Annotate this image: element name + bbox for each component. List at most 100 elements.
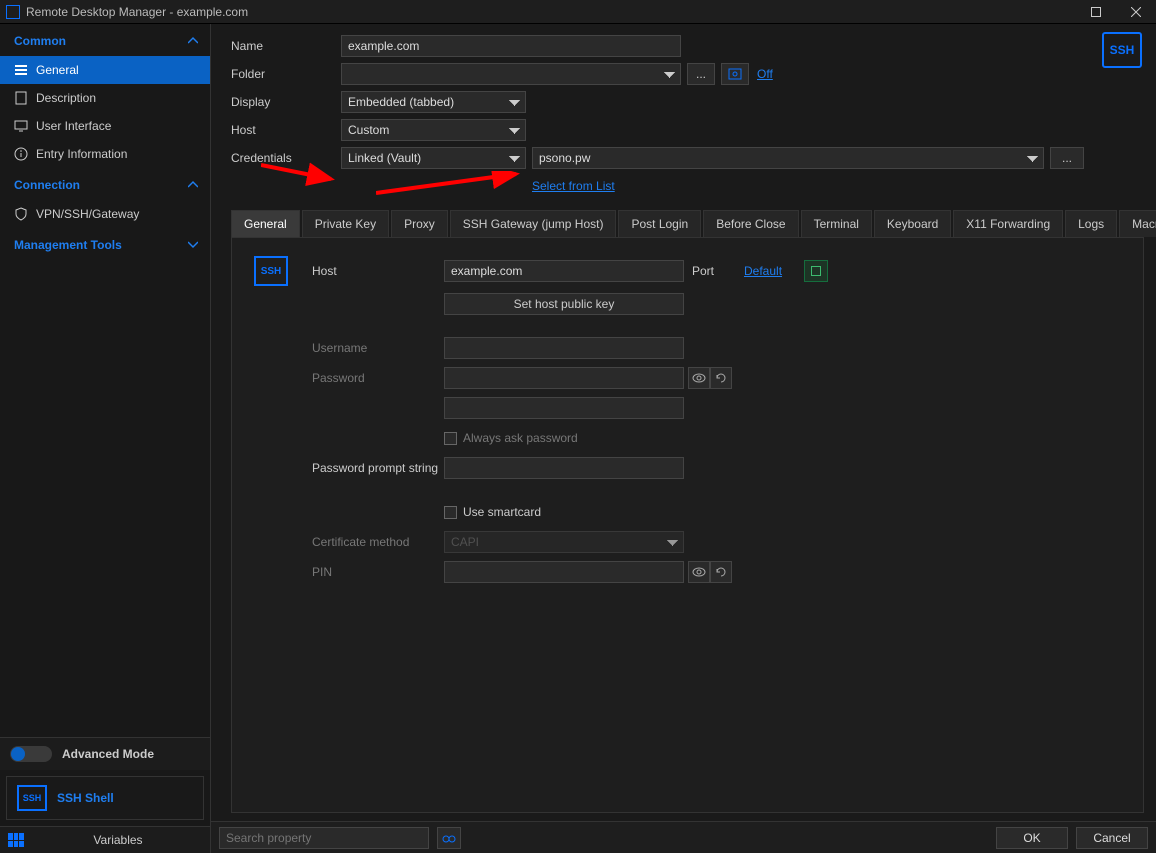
grid-icon bbox=[8, 833, 24, 847]
group-management[interactable]: Management Tools bbox=[0, 228, 210, 260]
username-input[interactable] bbox=[444, 337, 684, 359]
username-label: Username bbox=[312, 341, 444, 355]
tab-private-key[interactable]: Private Key bbox=[302, 210, 389, 237]
tab-ssh-gateway[interactable]: SSH Gateway (jump Host) bbox=[450, 210, 617, 237]
reveal-pin-button[interactable] bbox=[688, 561, 710, 583]
ok-button[interactable]: OK bbox=[996, 827, 1068, 849]
prompt-label: Password prompt string bbox=[312, 461, 444, 475]
shield-icon bbox=[14, 207, 28, 221]
host-label: Host bbox=[231, 123, 341, 137]
nav-label: Description bbox=[36, 91, 96, 105]
search-property-input[interactable] bbox=[219, 827, 429, 849]
cert-method-select: CAPI bbox=[444, 531, 684, 553]
tab-post-login[interactable]: Post Login bbox=[618, 210, 701, 237]
restore-window-button[interactable] bbox=[1076, 0, 1116, 24]
generate-pin-button[interactable] bbox=[710, 561, 732, 583]
nav-label: User Interface bbox=[36, 119, 111, 133]
folder-label: Folder bbox=[231, 67, 341, 81]
close-window-button[interactable] bbox=[1116, 0, 1156, 24]
group-label: Common bbox=[14, 34, 66, 48]
chevron-up-icon bbox=[188, 36, 198, 46]
chevron-down-icon bbox=[188, 240, 198, 250]
restore-icon bbox=[1091, 7, 1101, 17]
group-connection[interactable]: Connection bbox=[0, 168, 210, 200]
tab-before-close[interactable]: Before Close bbox=[703, 210, 798, 237]
sidebar-item-vpn[interactable]: VPN/SSH/Gateway bbox=[0, 200, 210, 228]
credentials-link-select[interactable]: psono.pw bbox=[532, 147, 1044, 169]
host-select[interactable]: Custom bbox=[341, 119, 526, 141]
folder-browse-button[interactable]: ... bbox=[687, 63, 715, 85]
select-from-list-link[interactable]: Select from List bbox=[532, 179, 615, 193]
window-title: Remote Desktop Manager - example.com bbox=[26, 5, 1076, 19]
nav-label: Entry Information bbox=[36, 147, 127, 161]
panel-host-label: Host bbox=[312, 264, 444, 278]
smartcard-label: Use smartcard bbox=[463, 505, 541, 519]
close-icon bbox=[1131, 7, 1141, 17]
titlebar: Remote Desktop Manager - example.com bbox=[0, 0, 1156, 24]
group-common[interactable]: Common bbox=[0, 24, 210, 56]
reveal-password-button[interactable] bbox=[688, 367, 710, 389]
credentials-browse-button[interactable]: ... bbox=[1050, 147, 1084, 169]
credentials-select[interactable]: Linked (Vault) bbox=[341, 147, 526, 169]
general-panel: SSH Host Port Default Set host public ke… bbox=[231, 238, 1144, 813]
port-default-link[interactable]: Default bbox=[744, 264, 782, 278]
always-ask-label: Always ask password bbox=[463, 431, 578, 445]
ssh-shell-icon: SSH bbox=[17, 785, 47, 811]
cert-method-label: Certificate method bbox=[312, 535, 444, 549]
name-input[interactable] bbox=[341, 35, 681, 57]
variables-bar[interactable]: Variables bbox=[0, 826, 210, 853]
display-label: Display bbox=[231, 95, 341, 109]
sidebar-item-description[interactable]: Description bbox=[0, 84, 210, 112]
folder-off-link[interactable]: Off bbox=[757, 67, 773, 81]
always-ask-checkbox[interactable] bbox=[444, 432, 457, 445]
sidebar-item-entry-info[interactable]: Entry Information bbox=[0, 140, 210, 168]
tab-x11[interactable]: X11 Forwarding bbox=[953, 210, 1063, 237]
search-button[interactable] bbox=[437, 827, 461, 849]
password-label: Password bbox=[312, 371, 444, 385]
panel-host-input[interactable] bbox=[444, 260, 684, 282]
set-host-key-button[interactable]: Set host public key bbox=[444, 293, 684, 315]
tab-logs[interactable]: Logs bbox=[1065, 210, 1117, 237]
tab-terminal[interactable]: Terminal bbox=[801, 210, 872, 237]
list-icon bbox=[14, 63, 28, 77]
advanced-mode-row: Advanced Mode bbox=[0, 737, 210, 770]
password-confirm-input[interactable] bbox=[444, 397, 684, 419]
eye-icon bbox=[692, 373, 706, 383]
eye-icon bbox=[692, 567, 706, 577]
content: SSH Name Folder ... bbox=[211, 24, 1156, 853]
cancel-button[interactable]: Cancel bbox=[1076, 827, 1148, 849]
app-icon bbox=[6, 5, 20, 19]
chevron-up-icon bbox=[188, 180, 198, 190]
doc-icon bbox=[14, 91, 28, 105]
variables-label: Variables bbox=[34, 833, 202, 847]
tab-macro[interactable]: Macro bbox=[1119, 210, 1156, 237]
monitor-icon bbox=[14, 119, 28, 133]
prompt-input[interactable] bbox=[444, 457, 684, 479]
pin-input[interactable] bbox=[444, 561, 684, 583]
folder-select[interactable] bbox=[341, 63, 681, 85]
display-select[interactable]: Embedded (tabbed) bbox=[341, 91, 526, 113]
advanced-mode-toggle[interactable] bbox=[10, 746, 52, 762]
generate-password-button[interactable] bbox=[710, 367, 732, 389]
sidebar-item-ui[interactable]: User Interface bbox=[0, 112, 210, 140]
sidebar-item-general[interactable]: General bbox=[0, 56, 210, 84]
tabs: General Private Key Proxy SSH Gateway (j… bbox=[231, 210, 1144, 238]
tab-general[interactable]: General bbox=[231, 210, 300, 237]
tab-keyboard[interactable]: Keyboard bbox=[874, 210, 951, 237]
folder-picker-button[interactable] bbox=[721, 63, 749, 85]
target-icon bbox=[728, 68, 742, 80]
nav-label: General bbox=[36, 63, 79, 77]
binoculars-icon bbox=[442, 832, 456, 844]
password-input[interactable] bbox=[444, 367, 684, 389]
refresh-icon bbox=[715, 566, 727, 578]
entry-type-card[interactable]: SSH SSH Shell bbox=[6, 776, 204, 820]
group-label: Management Tools bbox=[14, 238, 122, 252]
host-target-button[interactable] bbox=[804, 260, 828, 282]
tab-proxy[interactable]: Proxy bbox=[391, 210, 448, 237]
smartcard-checkbox[interactable] bbox=[444, 506, 457, 519]
form-top: SSH Name Folder ... bbox=[211, 24, 1156, 206]
ssh-panel-icon: SSH bbox=[254, 256, 288, 286]
credentials-label: Credentials bbox=[231, 151, 341, 165]
pin-label: PIN bbox=[312, 565, 444, 579]
advanced-mode-label: Advanced Mode bbox=[62, 747, 154, 761]
